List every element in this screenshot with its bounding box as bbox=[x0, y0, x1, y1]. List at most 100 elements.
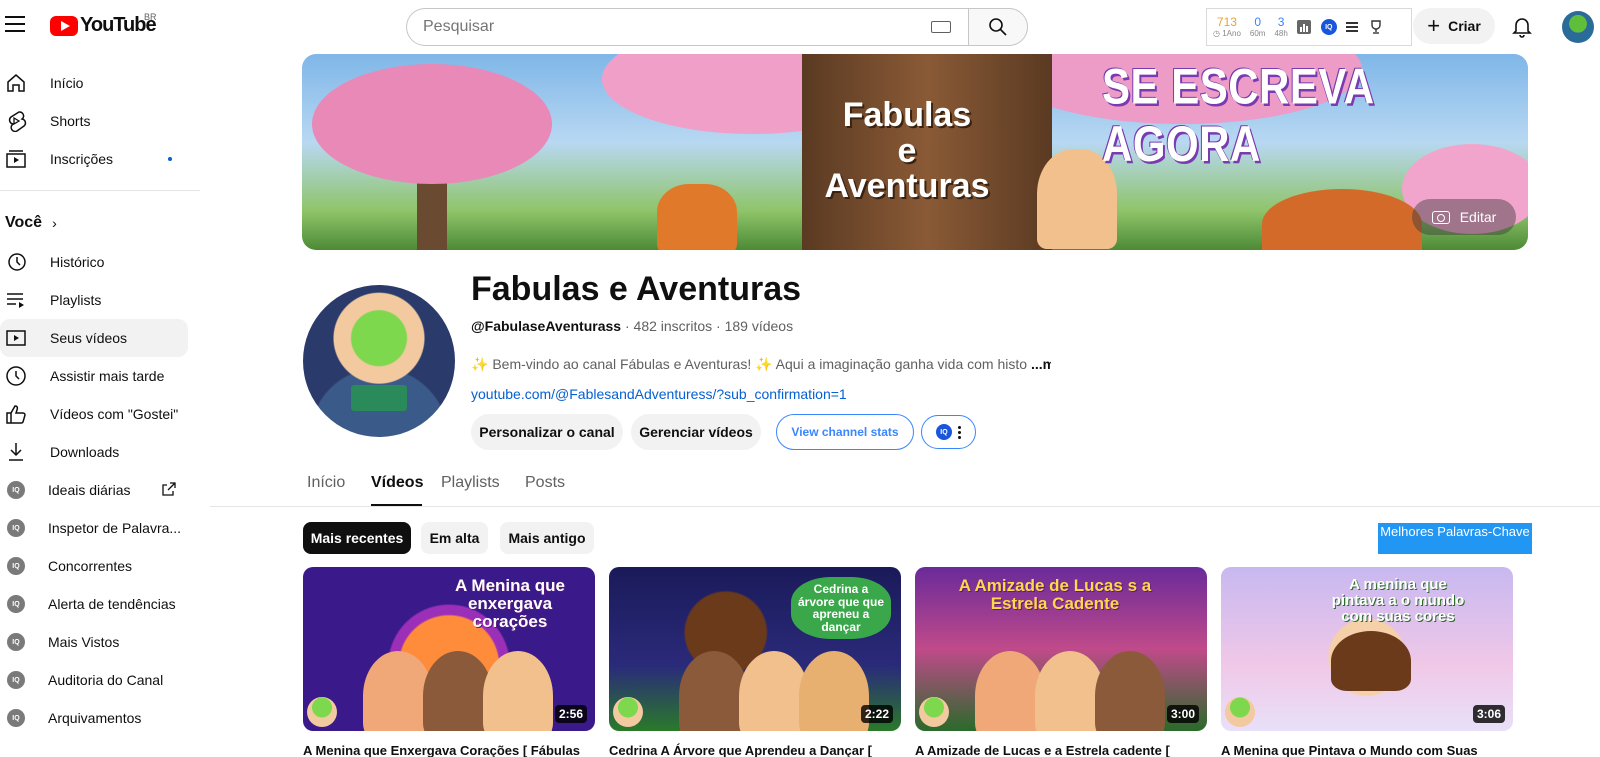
sidebar-item-liked[interactable]: Vídeos com "Gostei" bbox=[0, 395, 188, 433]
channel-link[interactable]: youtube.com/@FablesandAdventuress/?sub_c… bbox=[471, 386, 847, 402]
video-thumbnail[interactable]: Cedrina a árvore que que apreneu a dança… bbox=[609, 567, 901, 731]
sidebar-item-keyword-inspector[interactable]: IQ Inspetor de Palavra... bbox=[0, 509, 188, 547]
banner-logo-line: e Aventuras bbox=[824, 131, 990, 206]
video-thumbnail[interactable]: A menina que pintava a o mundo com suas … bbox=[1221, 567, 1513, 731]
stat-value: 0 bbox=[1254, 15, 1262, 29]
vidiq-stats-widget[interactable]: 713 ◷ 1Ano 0 60m 3 48h IQ bbox=[1206, 8, 1412, 46]
sidebar-item-home[interactable]: Início bbox=[0, 64, 188, 102]
sidebar-item-downloads[interactable]: Downloads bbox=[0, 433, 188, 471]
sidebar-item-label: Inscrições bbox=[50, 151, 114, 167]
youtube-play-icon bbox=[50, 15, 78, 36]
sidebar-item-label: Seus vídeos bbox=[50, 330, 128, 346]
video-thumbnail[interactable]: A Menina que enxergava corações 2:56 bbox=[303, 567, 595, 731]
sidebar-item-label: Playlists bbox=[50, 292, 102, 308]
thumbnail-text: A Amizade de Lucas s a Estrela Cadente bbox=[958, 576, 1152, 613]
sidebar-item-daily-ideas[interactable]: IQ Ideais diárias bbox=[0, 471, 188, 509]
thumb-character bbox=[799, 651, 869, 731]
video-card[interactable]: A Menina que enxergava corações 2:56 A M… bbox=[303, 567, 595, 757]
banner-channel-logo: Fabulas e Aventuras bbox=[817, 96, 997, 206]
you-label: Você bbox=[5, 214, 43, 231]
vidiq-logo-icon: IQ bbox=[936, 424, 952, 440]
manage-videos-button[interactable]: Gerenciar vídeos bbox=[631, 414, 761, 450]
sidebar-divider bbox=[0, 190, 200, 191]
country-code: BR bbox=[144, 12, 157, 22]
banner-decoration bbox=[312, 64, 552, 184]
create-button[interactable]: + Criar bbox=[1413, 8, 1495, 44]
sidebar-item-label: Início bbox=[50, 75, 84, 91]
sidebar-item-competitors[interactable]: IQ Concorrentes bbox=[0, 547, 188, 585]
sidebar-item-label: Ideais diárias bbox=[48, 482, 131, 498]
banner-logo-line: Fabulas bbox=[842, 96, 972, 134]
sidebar-item-trend-alerts[interactable]: IQ Alerta de tendências bbox=[0, 585, 188, 623]
chip-latest[interactable]: Mais recentes bbox=[303, 522, 411, 554]
channel-mini-avatar bbox=[307, 697, 337, 727]
video-title[interactable]: A Menina que Pintava o Mundo com Suas bbox=[1221, 743, 1513, 757]
tab-home[interactable]: Início bbox=[307, 460, 371, 506]
sidebar-item-shorts[interactable]: Shorts bbox=[0, 102, 188, 140]
watch-later-icon bbox=[4, 364, 28, 388]
chip-oldest[interactable]: Mais antigo bbox=[500, 522, 594, 554]
thumbnail-text: Cedrina a árvore que que apreneu a dança… bbox=[791, 577, 891, 640]
customize-channel-button[interactable]: Personalizar o canal bbox=[471, 414, 623, 450]
banner-fox bbox=[657, 184, 737, 250]
sidebar-item-watch-later[interactable]: Assistir mais tarde bbox=[0, 357, 188, 395]
youtube-logo[interactable]: YouTube bbox=[50, 14, 157, 37]
sidebar-item-playlists[interactable]: Playlists bbox=[0, 281, 188, 319]
sidebar-item-your-videos[interactable]: Seus vídeos bbox=[0, 319, 188, 357]
video-duration: 2:56 bbox=[554, 705, 587, 723]
search-button[interactable] bbox=[968, 8, 1028, 46]
sidebar-item-label: Auditoria do Canal bbox=[48, 672, 164, 688]
video-title[interactable]: A Menina que Enxergava Corações [ Fábula… bbox=[303, 743, 595, 757]
channel-avatar[interactable] bbox=[303, 285, 455, 437]
tab-videos[interactable]: Vídeos bbox=[371, 460, 423, 506]
channel-name: Fabulas e Aventuras bbox=[471, 270, 802, 308]
keyboard-icon[interactable] bbox=[931, 21, 951, 33]
home-icon bbox=[4, 71, 28, 95]
trophy-icon[interactable] bbox=[1369, 20, 1383, 34]
plus-icon: + bbox=[1427, 13, 1441, 38]
video-count: 189 vídeos bbox=[724, 318, 794, 334]
sidebar-item-most-viewed[interactable]: IQ Mais Vistos bbox=[0, 623, 188, 661]
sidebar-you-header[interactable]: Você › bbox=[0, 203, 200, 243]
video-card[interactable]: Cedrina a árvore que que apreneu a dança… bbox=[609, 567, 901, 757]
bar-chart-icon[interactable] bbox=[1296, 20, 1311, 34]
more-options-icon bbox=[958, 425, 961, 440]
vidiq-channel-menu[interactable]: IQ bbox=[921, 415, 976, 449]
thumbnail-text: A Menina que enxergava corações bbox=[455, 576, 565, 631]
sidebar-item-archives[interactable]: IQ Arquivamentos bbox=[0, 699, 188, 737]
sidebar-item-subscriptions[interactable]: Inscrições bbox=[0, 140, 188, 178]
menu-icon[interactable] bbox=[5, 16, 25, 34]
vidiq-icon: IQ bbox=[4, 554, 28, 578]
sidebar-item-label: Assistir mais tarde bbox=[50, 368, 165, 384]
video-card[interactable]: A menina que pintava a o mundo com suas … bbox=[1221, 567, 1513, 757]
more-link[interactable]: ...mais bbox=[1031, 356, 1051, 372]
stat-label: ◷ 1Ano bbox=[1213, 29, 1241, 38]
vidiq-stat-60m: 0 60m bbox=[1250, 16, 1266, 38]
video-thumbnail[interactable]: A Amizade de Lucas s a Estrela Cadente 3… bbox=[915, 567, 1207, 731]
channel-handle: @FabulaseAventurass bbox=[471, 318, 622, 334]
view-channel-stats-button[interactable]: View channel stats bbox=[776, 414, 914, 450]
best-keywords-button[interactable]: Melhores Palavras-Chave bbox=[1378, 523, 1532, 554]
chip-popular[interactable]: Em alta bbox=[421, 522, 488, 554]
thumbnail-text: A menina que pintava a o mundo com suas … bbox=[1331, 576, 1465, 625]
meta-separator: · bbox=[716, 318, 725, 334]
channel-mini-avatar bbox=[919, 697, 949, 727]
edit-banner-button[interactable]: Editar bbox=[1412, 199, 1516, 235]
tab-posts[interactable]: Posts bbox=[525, 460, 585, 506]
sidebar-item-history[interactable]: Histórico bbox=[0, 243, 188, 281]
video-card[interactable]: A Amizade de Lucas s a Estrela Cadente 3… bbox=[915, 567, 1207, 757]
new-content-dot bbox=[168, 157, 172, 161]
search-input[interactable] bbox=[423, 18, 923, 36]
video-title[interactable]: A Amizade de Lucas e a Estrela cadente [ bbox=[915, 743, 1207, 757]
sidebar-item-channel-audit[interactable]: IQ Auditoria do Canal bbox=[0, 661, 188, 699]
tab-playlists[interactable]: Playlists bbox=[441, 460, 525, 506]
account-avatar[interactable] bbox=[1562, 11, 1594, 43]
list-menu-icon[interactable] bbox=[1345, 20, 1359, 34]
video-title[interactable]: Cedrina A Árvore que Aprendeu a Dançar [ bbox=[609, 743, 901, 757]
notifications-bell-icon[interactable] bbox=[1510, 14, 1534, 38]
channel-description[interactable]: ✨ Bem-vindo ao canal Fábulas e Aventuras… bbox=[471, 356, 1051, 373]
description-text: ✨ Bem-vindo ao canal Fábulas e Aventuras… bbox=[471, 356, 1028, 372]
vidiq-logo-icon[interactable]: IQ bbox=[1320, 19, 1337, 35]
sidebar-item-label: Arquivamentos bbox=[48, 710, 142, 726]
stat-label: 60m bbox=[1249, 29, 1266, 38]
